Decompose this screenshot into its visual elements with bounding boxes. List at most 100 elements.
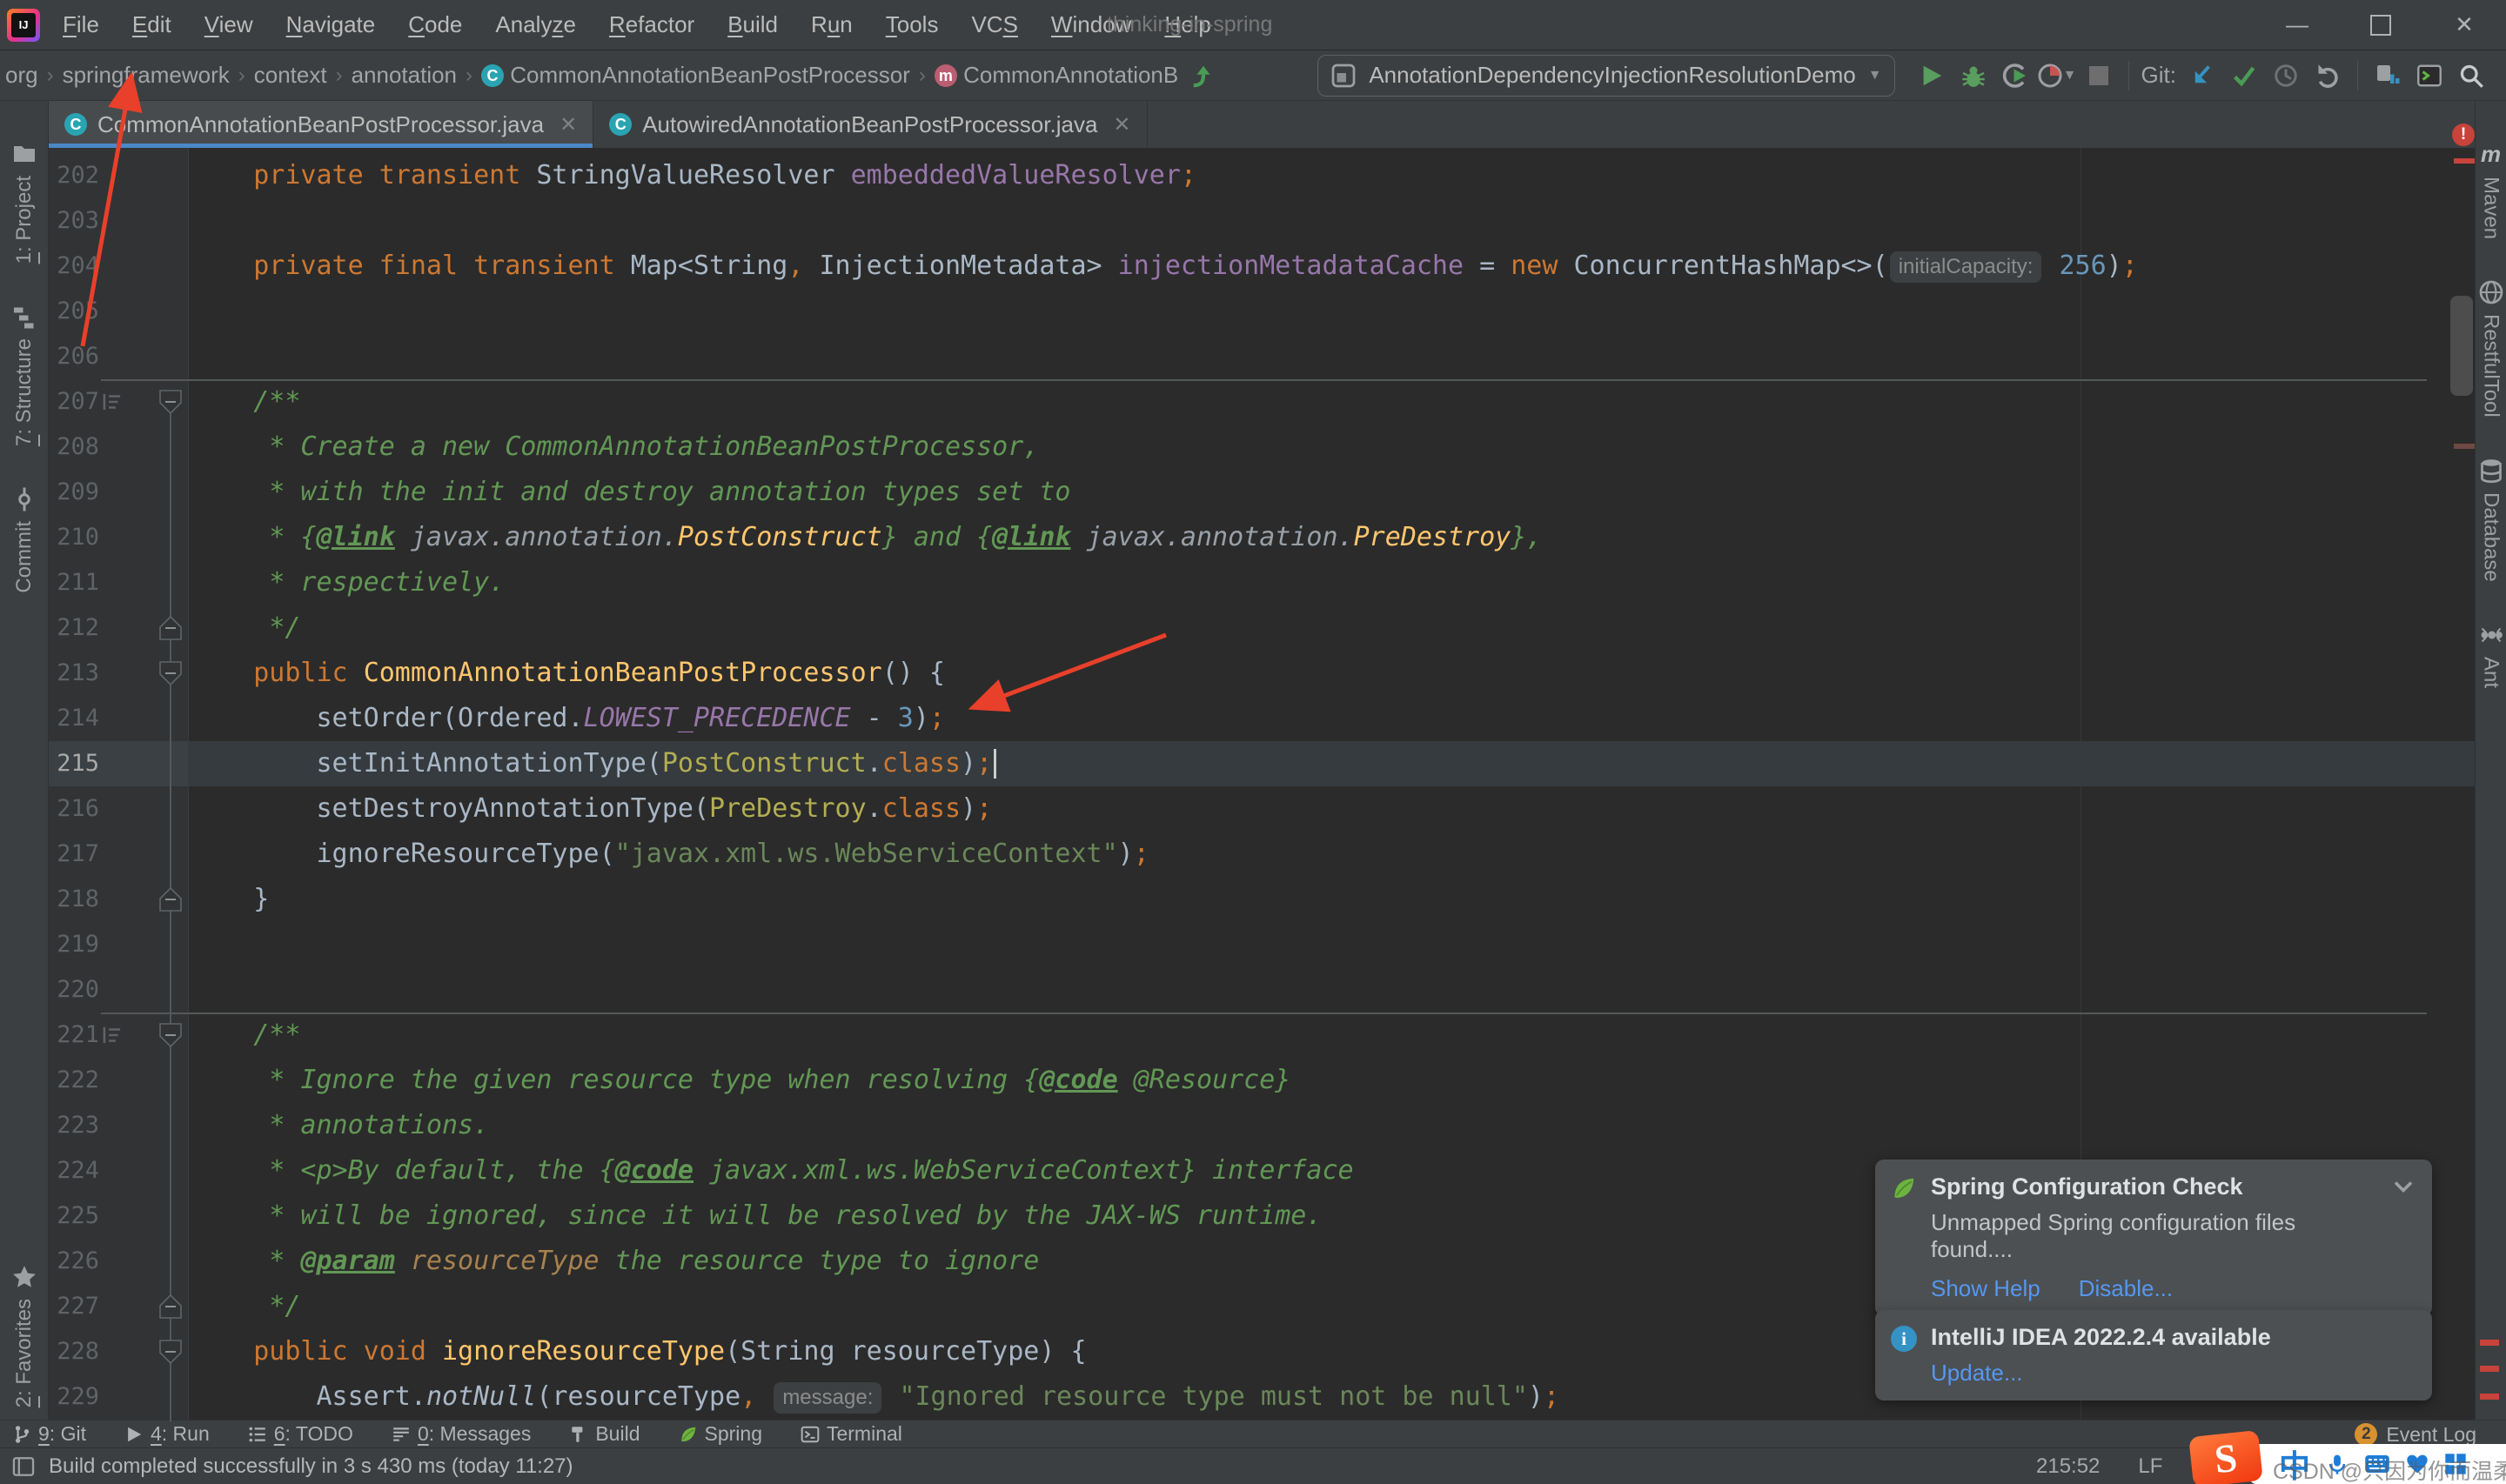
menu-edit[interactable]: Edit: [122, 8, 182, 42]
gutter-cell[interactable]: 204: [49, 244, 188, 289]
fold-marker-down[interactable]: [159, 390, 182, 418]
menu-build[interactable]: Build: [717, 8, 788, 42]
gutter-cell[interactable]: 226: [49, 1239, 188, 1284]
code-text[interactable]: * {@link javax.annotation.PostConstruct}…: [191, 515, 1542, 560]
line-number[interactable]: 213: [49, 651, 99, 696]
line-number[interactable]: 227: [49, 1284, 99, 1329]
code-line-205[interactable]: 205: [49, 289, 2475, 334]
breadcrumb-item[interactable]: m CommonAnnotationB: [935, 62, 1178, 89]
line-number[interactable]: 218: [49, 877, 99, 922]
code-text[interactable]: * Create a new CommonAnnotationBeanPostP…: [191, 424, 1039, 470]
code-line-219[interactable]: 219: [49, 922, 2475, 967]
code-text[interactable]: * annotations.: [191, 1103, 489, 1148]
toolwindow-button-restfultool[interactable]: RestfulTool: [2478, 279, 2504, 418]
code-line-203[interactable]: 203: [49, 198, 2475, 244]
code-text[interactable]: Assert.notNull(resourceType, message: "I…: [191, 1374, 1559, 1420]
notification-balloon[interactable]: Spring Configuration CheckUnmapped Sprin…: [1875, 1160, 2432, 1316]
code-line-213[interactable]: 213 public CommonAnnotationBeanPostProce…: [49, 651, 2475, 696]
javadoc-gutter-icon[interactable]: [101, 1024, 124, 1050]
gutter-cell[interactable]: 223: [49, 1103, 188, 1148]
menu-tools[interactable]: Tools: [875, 8, 949, 42]
gutter-cell[interactable]: 217: [49, 832, 188, 877]
line-number[interactable]: 228: [49, 1329, 99, 1374]
gutter-cell[interactable]: 206: [49, 334, 188, 379]
inspection-errors-widget[interactable]: !: [2452, 124, 2475, 146]
breadcrumb-item[interactable]: annotation: [352, 62, 457, 89]
gutter-cell[interactable]: 227: [49, 1284, 188, 1329]
code-text[interactable]: /**: [191, 379, 300, 424]
line-number[interactable]: 226: [49, 1239, 99, 1284]
breadcrumb-item[interactable]: C CommonAnnotationBeanPostProcessor: [481, 62, 910, 89]
line-number[interactable]: 208: [49, 424, 99, 470]
javadoc-gutter-icon[interactable]: [101, 391, 124, 417]
line-number[interactable]: 216: [49, 786, 99, 832]
gutter-cell[interactable]: 213: [49, 651, 188, 696]
code-text[interactable]: setInitAnnotationType(PostConstruct.clas…: [191, 741, 996, 786]
git-commit-button[interactable]: [2223, 57, 2265, 95]
code-line-216[interactable]: 216 setDestroyAnnotationType(PreDestroy.…: [49, 786, 2475, 832]
line-number[interactable]: 203: [49, 198, 99, 244]
error-stripe-mark[interactable]: [2480, 1340, 2499, 1346]
gutter-cell[interactable]: 205: [49, 289, 188, 334]
code-text[interactable]: private final transient Map<String, Inje…: [191, 244, 2138, 289]
code-text[interactable]: public void ignoreResourceType(String re…: [191, 1329, 1087, 1374]
coverage-button[interactable]: [1994, 57, 2036, 95]
code-line-222[interactable]: 222 * Ignore the given resource type whe…: [49, 1058, 2475, 1103]
toolwindow-button-ant[interactable]: Ant: [2478, 622, 2504, 688]
code-line-208[interactable]: 208 * Create a new CommonAnnotationBeanP…: [49, 424, 2475, 470]
editor-scrollbar-thumb[interactable]: [2450, 296, 2473, 396]
breadcrumb-item[interactable]: context: [254, 62, 327, 89]
fold-marker-up[interactable]: [159, 1294, 182, 1322]
git-update-button[interactable]: [2181, 57, 2223, 95]
code-text[interactable]: */: [191, 605, 300, 651]
menu-navigate[interactable]: Navigate: [276, 8, 386, 42]
terminal-button[interactable]: [2409, 57, 2450, 95]
tab-CommonAnnotationBeanPostProcessor.java[interactable]: CCommonAnnotationBeanPostProcessor.java✕: [49, 101, 593, 148]
code-text[interactable]: * with the init and destroy annotation t…: [191, 470, 1070, 515]
toolwindow-button-commit[interactable]: Commit: [11, 486, 37, 593]
error-stripe-mark[interactable]: [2454, 158, 2475, 164]
toolwindow-button-4-run[interactable]: 4: Run: [124, 1422, 210, 1446]
code-text[interactable]: setOrder(Ordered.LOWEST_PRECEDENCE - 3);: [191, 696, 945, 741]
code-text[interactable]: * @param resourceType the resource type …: [191, 1239, 1039, 1284]
error-stripe-mark[interactable]: [2480, 1394, 2499, 1400]
code-text[interactable]: public CommonAnnotationBeanPostProcessor…: [191, 651, 945, 696]
line-number[interactable]: 209: [49, 470, 99, 515]
notification-link[interactable]: Show Help: [1931, 1275, 2040, 1302]
toolwindow-button-spring[interactable]: Spring: [679, 1422, 762, 1446]
code-line-207[interactable]: 207 /**: [49, 379, 2475, 424]
minimize-button[interactable]: —: [2255, 0, 2339, 50]
fold-marker-down[interactable]: [159, 661, 182, 689]
code-line-221[interactable]: 221 /**: [49, 1013, 2475, 1058]
toolwindow-button-database[interactable]: Database: [2478, 458, 2504, 582]
gutter-cell[interactable]: 212: [49, 605, 188, 651]
gutter-cell[interactable]: 208: [49, 424, 188, 470]
close-icon[interactable]: ✕: [559, 112, 577, 137]
notification-balloon[interactable]: iIntelliJ IDEA 2022.2.4 availableUpdate.…: [1875, 1310, 2432, 1400]
tab-AutowiredAnnotationBeanPostProcessor.java[interactable]: CAutowiredAnnotationBeanPostProcessor.ja…: [593, 101, 1147, 148]
toolwindow-button-2-favorites[interactable]: 2: Favorites: [11, 1264, 37, 1407]
code-text[interactable]: */: [191, 1284, 300, 1329]
gutter-cell[interactable]: 216: [49, 786, 188, 832]
gutter-cell[interactable]: 222: [49, 1058, 188, 1103]
code-line-211[interactable]: 211 * respectively.: [49, 560, 2475, 605]
line-number[interactable]: 212: [49, 605, 99, 651]
line-number[interactable]: 219: [49, 922, 99, 967]
gutter-cell[interactable]: 220: [49, 967, 188, 1013]
gutter-cell[interactable]: 202: [49, 153, 188, 198]
code-line-218[interactable]: 218 }: [49, 877, 2475, 922]
line-number[interactable]: 224: [49, 1148, 99, 1193]
fold-marker-up[interactable]: [159, 616, 182, 644]
code-line-215[interactable]: 215 setInitAnnotationType(PostConstruct.…: [49, 741, 2475, 786]
toolwindow-button-9-git[interactable]: 9: Git: [12, 1422, 86, 1446]
error-stripe-mark[interactable]: [2480, 1366, 2499, 1372]
line-number[interactable]: 215: [49, 741, 99, 786]
code-text[interactable]: setDestroyAnnotationType(PreDestroy.clas…: [191, 786, 992, 832]
stop-button[interactable]: [2078, 57, 2120, 95]
code-text[interactable]: * Ignore the given resource type when re…: [191, 1058, 1290, 1103]
caret-position-widget[interactable]: 215:52: [2036, 1454, 2100, 1479]
line-number[interactable]: 221: [49, 1013, 99, 1058]
run-configuration-select[interactable]: AnnotationDependencyInjectionResolutionD…: [1317, 55, 1894, 97]
line-number[interactable]: 220: [49, 967, 99, 1013]
line-separator-widget[interactable]: LF: [2138, 1454, 2162, 1479]
